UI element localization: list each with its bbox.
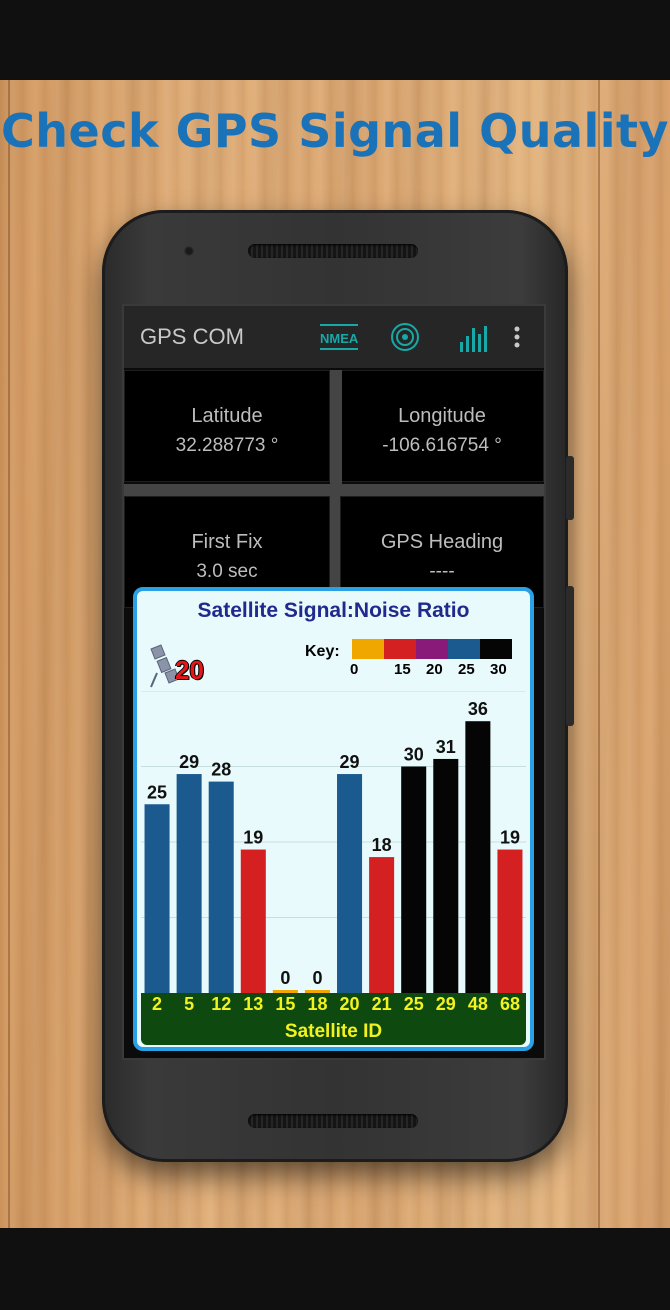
target-icon[interactable] bbox=[390, 322, 420, 352]
key-tick-label: 20 bbox=[426, 661, 443, 678]
bottom-black-bar bbox=[0, 1228, 670, 1310]
earpiece-speaker bbox=[248, 244, 418, 258]
plank-seam bbox=[8, 80, 10, 1228]
x-tick-label: 2 bbox=[152, 994, 163, 1014]
signal-bars-icon[interactable] bbox=[458, 324, 488, 352]
key-tick-label: 15 bbox=[394, 661, 411, 678]
bar-sat-21 bbox=[369, 857, 395, 993]
bar-value-label: 30 bbox=[404, 745, 424, 765]
bar-sat-2 bbox=[144, 804, 170, 993]
bar-value-label: 29 bbox=[179, 752, 199, 772]
key-label: Key: bbox=[305, 643, 340, 660]
x-tick-label: 68 bbox=[499, 994, 520, 1014]
nmea-icon[interactable]: NMEA bbox=[320, 324, 358, 350]
bar-value-label: 0 bbox=[280, 968, 290, 988]
x-axis-title: Satellite ID bbox=[284, 1021, 383, 1042]
snr-bar-chart: 25 29 28 19 0 0 29 18 30 31 36 19 bbox=[141, 691, 526, 993]
bar-value-label: 36 bbox=[468, 699, 488, 719]
x-tick-label: 20 bbox=[339, 994, 360, 1014]
first-fix-value: 3.0 sec bbox=[196, 561, 258, 582]
bar-value-label: 19 bbox=[243, 828, 263, 848]
x-tick-label: 18 bbox=[307, 994, 328, 1014]
bar-value-label: 19 bbox=[500, 828, 520, 848]
more-vert-icon[interactable] bbox=[510, 322, 524, 352]
x-tick-label: 13 bbox=[243, 994, 264, 1014]
bottom-speaker bbox=[248, 1114, 418, 1128]
plank-seam bbox=[598, 80, 600, 1228]
bar-value-label: 31 bbox=[436, 737, 456, 757]
x-tick-label: 25 bbox=[403, 994, 424, 1014]
x-tick-label: 48 bbox=[467, 994, 488, 1014]
promo-headline: Check GPS Signal Quality bbox=[1, 104, 669, 158]
longitude-label: Longitude bbox=[398, 405, 486, 427]
bar-sat-5 bbox=[176, 774, 202, 993]
bar-sat-12 bbox=[208, 781, 234, 993]
first-fix-label: First Fix bbox=[191, 531, 263, 553]
x-tick-label: 29 bbox=[435, 994, 456, 1014]
gps-heading-value: ---- bbox=[429, 561, 455, 582]
longitude-tile: Longitude -106.616754 ° bbox=[340, 370, 544, 482]
x-axis-band: Satellite ID 2 5 12 13 15 18 20 21 25 29 48 68 bbox=[141, 993, 526, 1045]
bar-sat-29 bbox=[433, 758, 459, 993]
latitude-label: Latitude bbox=[191, 405, 263, 427]
key-tick-label: 0 bbox=[350, 661, 359, 678]
bar-sat-68 bbox=[497, 849, 523, 993]
x-tick-label: 12 bbox=[211, 994, 232, 1014]
top-black-bar bbox=[0, 0, 670, 80]
dialog-title: Satellite Signal:Noise Ratio bbox=[197, 599, 470, 622]
x-tick-label: 15 bbox=[275, 994, 296, 1014]
app-title: GPS COM bbox=[140, 324, 244, 349]
key-swatch bbox=[352, 639, 384, 659]
key-swatch bbox=[480, 639, 512, 659]
key-swatch bbox=[416, 639, 448, 659]
visible-satellite-count: 20 bbox=[175, 655, 204, 685]
app-toolbar: GPS COM NMEA bbox=[124, 306, 544, 368]
power-button bbox=[566, 586, 574, 726]
bar-sat-13 bbox=[240, 849, 266, 993]
bar-sat-48 bbox=[465, 721, 491, 993]
bar-sat-20 bbox=[337, 774, 363, 993]
bar-value-label: 29 bbox=[340, 752, 360, 772]
longitude-value: -106.616754 ° bbox=[382, 435, 502, 456]
bar-value-label: 25 bbox=[147, 782, 167, 802]
key-tick-label: 30 bbox=[490, 661, 507, 678]
latitude-tile: Latitude 32.288773 ° bbox=[124, 370, 330, 482]
key-swatch bbox=[384, 639, 416, 659]
bar-sat-25 bbox=[401, 766, 427, 993]
bar-value-label: 0 bbox=[312, 968, 322, 988]
snr-chart-dialog: Satellite Signal:Noise Ratio 20 Key: 0 15… bbox=[133, 587, 534, 1051]
front-camera bbox=[184, 246, 194, 256]
gps-heading-label: GPS Heading bbox=[380, 531, 504, 553]
bar-value-label: 18 bbox=[372, 835, 392, 855]
tile-divider bbox=[124, 484, 544, 496]
volume-button bbox=[566, 456, 574, 520]
bar-value-label: 28 bbox=[211, 760, 231, 780]
key-tick-label: 25 bbox=[458, 661, 475, 678]
x-tick-label: 21 bbox=[371, 994, 392, 1014]
key-swatch bbox=[448, 639, 480, 659]
x-tick-label: 5 bbox=[184, 994, 195, 1014]
latitude-value: 32.288773 ° bbox=[175, 435, 279, 456]
